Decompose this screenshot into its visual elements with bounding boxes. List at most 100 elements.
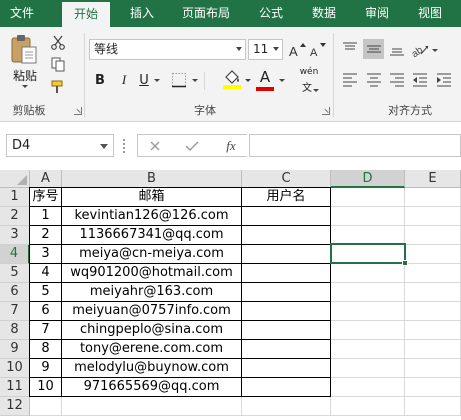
decrease-indent-button[interactable] [411, 71, 429, 89]
paste-button[interactable] [8, 33, 40, 65]
row-header-9[interactable]: 9 [0, 340, 30, 359]
tab-review[interactable]: 审阅 [355, 0, 399, 27]
tab-file[interactable]: 文件 [0, 0, 44, 27]
select-all-button[interactable] [0, 170, 30, 188]
cell-d12[interactable] [331, 397, 405, 416]
cell-e11[interactable] [405, 378, 461, 397]
column-header-b[interactable]: B [62, 170, 242, 188]
orientation-button[interactable]: ab [410, 39, 432, 59]
row-header-10[interactable]: 10 [0, 359, 30, 378]
cell-a6[interactable]: 5 [29, 283, 62, 302]
row-header-8[interactable]: 8 [0, 321, 30, 340]
cell-d11[interactable] [331, 378, 405, 397]
cell-d1[interactable] [331, 188, 405, 207]
format-painter-button[interactable] [48, 77, 68, 97]
paste-label[interactable]: 粘贴 [10, 67, 40, 84]
cell-c3[interactable] [242, 226, 331, 245]
align-left-button[interactable] [341, 71, 359, 89]
borders-button[interactable] [168, 69, 190, 91]
cell-a5[interactable]: 4 [29, 264, 62, 283]
row-header-1[interactable]: 1 [0, 188, 30, 207]
cell-a10[interactable]: 9 [29, 359, 62, 378]
cell-a9[interactable]: 8 [29, 340, 62, 359]
align-bottom-button[interactable] [388, 39, 406, 59]
cell-b3[interactable]: 1136667341@qq.com [62, 226, 242, 245]
font-color-dropdown-icon[interactable] [279, 79, 285, 82]
cell-e6[interactable] [405, 283, 461, 302]
underline-button[interactable]: U [136, 69, 152, 91]
cell-e8[interactable] [405, 321, 461, 340]
cell-d10[interactable] [331, 359, 405, 378]
cell-e2[interactable] [405, 207, 461, 226]
bold-button[interactable]: B [91, 69, 109, 91]
cell-d3[interactable] [331, 226, 405, 245]
name-box[interactable]: D4 [6, 134, 114, 157]
cell-b7[interactable]: meiyuan@0757info.com [62, 302, 242, 321]
cell-a2[interactable]: 1 [29, 207, 62, 226]
column-header-c[interactable]: C [242, 170, 331, 188]
phonetic-guide-button[interactable]: wén 文 [296, 67, 322, 94]
italic-button[interactable]: I [115, 69, 133, 91]
cell-c6[interactable] [242, 283, 331, 302]
formula-bar-splitter[interactable] [123, 139, 126, 153]
cell-d8[interactable] [331, 321, 405, 340]
underline-dropdown-icon[interactable] [154, 79, 160, 82]
worksheet-grid[interactable]: A B C D E 1 序号 邮箱 用户名 2 1 kevintian126@126.com… [0, 170, 461, 420]
enter-button[interactable] [183, 137, 201, 155]
copy-button[interactable] [48, 54, 68, 74]
cell-d4[interactable] [331, 245, 405, 264]
clipboard-launcher-icon[interactable] [74, 107, 82, 115]
cell-c12[interactable] [242, 397, 331, 416]
formula-input[interactable] [249, 134, 461, 157]
cell-d9[interactable] [331, 340, 405, 359]
insert-function-button[interactable]: fx [220, 135, 242, 156]
cell-b1[interactable]: 邮箱 [62, 187, 242, 207]
align-top-button[interactable] [341, 39, 359, 59]
column-header-d[interactable]: D [331, 170, 405, 188]
cell-b2[interactable]: kevintian126@126.com [62, 207, 242, 226]
cell-a3[interactable]: 2 [29, 226, 62, 245]
cell-b11[interactable]: 971665569@qq.com [62, 378, 242, 397]
cell-e10[interactable] [405, 359, 461, 378]
cell-b8[interactable]: chingpeplo@sina.com [62, 321, 242, 340]
grow-font-button[interactable]: A [288, 40, 306, 60]
row-header-4[interactable]: 4 [0, 245, 30, 264]
cell-b6[interactable]: meiyahr@163.com [62, 283, 242, 302]
font-name-select[interactable]: 等线 [89, 39, 246, 60]
row-header-11[interactable]: 11 [0, 378, 30, 397]
cell-e7[interactable] [405, 302, 461, 321]
cell-c8[interactable] [242, 321, 331, 340]
increase-indent-button[interactable] [435, 71, 453, 89]
cell-b5[interactable]: wq901200@hotmail.com [62, 264, 242, 283]
cell-c10[interactable] [242, 359, 331, 378]
cell-c1[interactable]: 用户名 [242, 187, 331, 207]
font-color-button[interactable]: A [255, 67, 275, 91]
cell-b10[interactable]: melodylu@buynow.com [62, 359, 242, 378]
cell-e9[interactable] [405, 340, 461, 359]
borders-dropdown-icon[interactable] [192, 79, 198, 82]
tab-page-layout[interactable]: 页面布局 [173, 0, 239, 27]
tab-view[interactable]: 视图 [408, 0, 452, 27]
cell-e12[interactable] [405, 397, 461, 416]
row-header-5[interactable]: 5 [0, 264, 30, 283]
cell-e5[interactable] [405, 264, 461, 283]
cell-a12[interactable] [30, 397, 62, 416]
align-center-button[interactable] [365, 71, 383, 89]
cell-a7[interactable]: 6 [29, 302, 62, 321]
cell-d6[interactable] [331, 283, 405, 302]
cell-e4[interactable] [405, 245, 461, 264]
shrink-font-button[interactable]: A [309, 40, 327, 60]
phonetic-dropdown-icon[interactable] [313, 89, 319, 92]
row-header-2[interactable]: 2 [0, 207, 30, 226]
align-middle-button[interactable] [363, 39, 384, 59]
font-launcher-icon[interactable] [322, 107, 330, 115]
cell-a11[interactable]: 10 [29, 378, 62, 397]
column-header-a[interactable]: A [30, 170, 62, 188]
cell-a1[interactable]: 序号 [29, 187, 62, 207]
row-header-3[interactable]: 3 [0, 226, 30, 245]
cell-c9[interactable] [242, 340, 331, 359]
cell-c4[interactable] [242, 245, 331, 264]
cell-d5[interactable] [331, 264, 405, 283]
fill-color-dropdown-icon[interactable] [245, 79, 251, 82]
cell-d7[interactable] [331, 302, 405, 321]
